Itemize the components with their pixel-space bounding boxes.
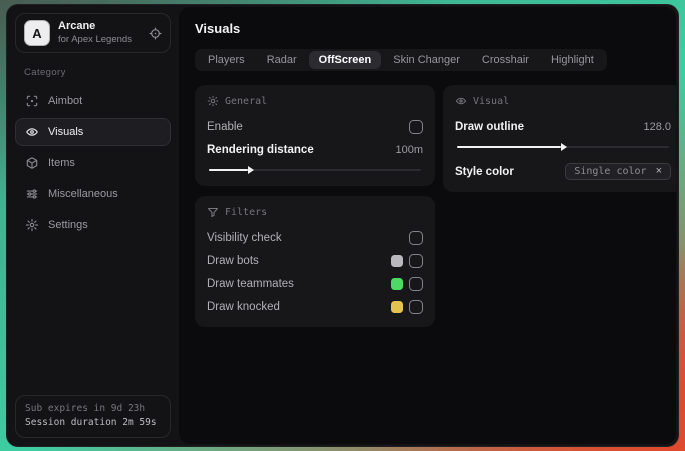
sun-icon (207, 95, 219, 107)
clear-icon[interactable]: × (656, 166, 662, 177)
rendering-distance-label: Rendering distance (207, 143, 314, 156)
tab-skin-changer[interactable]: Skin Changer (383, 51, 470, 69)
app-tagline: for Apex Legends (58, 33, 132, 45)
draw-bots-checkbox[interactable] (409, 253, 423, 268)
sidebar-item-items[interactable]: Items (15, 149, 171, 177)
general-panel-header: General (207, 95, 423, 107)
visibility-check-label: Visibility check (207, 231, 282, 244)
slider-fill[interactable] (209, 169, 249, 171)
tab-crosshair[interactable]: Crosshair (472, 51, 539, 69)
filters-panel-title: Filters (225, 206, 268, 218)
draw-teammates-controls (391, 276, 423, 291)
rendering-distance-slider[interactable] (207, 164, 423, 176)
draw-outline-row: Draw outline 128.0 (455, 116, 671, 137)
funnel-icon (207, 206, 219, 218)
right-column: Visual Draw outline 128.0 Style color Si… (443, 85, 676, 192)
draw-bots-color-swatch[interactable] (391, 254, 403, 267)
general-panel: General Enable Rendering distance 100m (195, 85, 435, 186)
sidebar-item-aimbot[interactable]: Aimbot (15, 87, 171, 115)
app-name: Arcane (58, 20, 96, 33)
draw-outline-slider[interactable] (455, 141, 671, 153)
draw-bots-label: Draw bots (207, 254, 259, 267)
tab-highlight[interactable]: Highlight (541, 51, 604, 69)
visual-panel-title: Visual (473, 95, 510, 107)
enable-checkbox[interactable] (409, 119, 423, 134)
tab-radar[interactable]: Radar (257, 51, 307, 69)
sidebar: A Arcane for Apex Legends Category Aimbo… (7, 5, 179, 446)
draw-bots-row: Draw bots (207, 250, 423, 271)
visibility-check-row: Visibility check (207, 227, 423, 248)
visibility-check-checkbox[interactable] (409, 230, 423, 245)
page-title: Visuals (195, 21, 241, 36)
draw-knocked-label: Draw knocked (207, 300, 280, 313)
tab-offscreen[interactable]: OffScreen (308, 51, 382, 69)
session-info-card: Sub expires in 9d 23h Session duration 2… (15, 394, 171, 438)
style-color-select[interactable]: Single color × (565, 163, 671, 180)
app-window: A Arcane for Apex Legends Category Aimbo… (6, 4, 679, 447)
filters-panel: Filters Visibility check Draw bots Draw … (195, 196, 435, 327)
sidebar-item-settings[interactable]: Settings (15, 211, 171, 239)
rendering-distance-value: 100m (395, 143, 423, 156)
sidebar-nav: Aimbot Visuals Items Miscellaneous Setti… (15, 87, 171, 239)
sidebar-item-label: Settings (48, 219, 88, 231)
tab-players[interactable]: Players (198, 51, 255, 69)
enable-label: Enable (207, 120, 243, 133)
draw-knocked-row: Draw knocked (207, 296, 423, 317)
category-label: Category (24, 67, 66, 78)
crosshair-icon (25, 94, 39, 108)
sidebar-item-visuals[interactable]: Visuals (15, 118, 171, 146)
sidebar-item-label: Miscellaneous (48, 188, 118, 200)
draw-teammates-row: Draw teammates (207, 273, 423, 294)
style-color-label: Style color (455, 165, 514, 178)
general-panel-title: General (225, 95, 268, 107)
draw-teammates-label: Draw teammates (207, 277, 294, 290)
visual-panel-header: Visual (455, 95, 671, 107)
rendering-distance-row: Rendering distance 100m (207, 139, 423, 160)
sub-expiry-text: Sub expires in 9d 23h (25, 402, 146, 414)
style-color-row: Style color Single color × (455, 161, 671, 182)
draw-teammates-color-swatch[interactable] (391, 277, 403, 290)
eye-scan-icon (25, 125, 39, 139)
panel-grid: General Enable Rendering distance 100m F… (195, 85, 676, 327)
draw-outline-label: Draw outline (455, 120, 525, 133)
draw-teammates-checkbox[interactable] (409, 276, 423, 291)
draw-outline-value: 128.0 (643, 120, 671, 133)
gear-icon (25, 218, 39, 232)
app-logo: A (24, 20, 50, 46)
brand-text: Arcane for Apex Legends (58, 20, 132, 46)
target-icon[interactable] (149, 26, 162, 40)
draw-knocked-color-swatch[interactable] (391, 300, 403, 313)
draw-bots-controls (391, 253, 423, 268)
left-column: General Enable Rendering distance 100m F… (195, 85, 435, 327)
tab-bar: Players Radar OffScreen Skin Changer Cro… (195, 49, 607, 71)
draw-knocked-checkbox[interactable] (409, 299, 423, 314)
enable-row: Enable (207, 116, 423, 137)
session-duration-text: Session duration 2m 59s (25, 417, 157, 429)
eye-icon (455, 95, 467, 107)
draw-knocked-controls (391, 299, 423, 314)
sliders-icon (25, 187, 39, 201)
cube-icon (25, 156, 39, 170)
sidebar-item-label: Items (48, 157, 75, 169)
slider-fill[interactable] (457, 146, 561, 148)
sidebar-item-miscellaneous[interactable]: Miscellaneous (15, 180, 171, 208)
sidebar-item-label: Visuals (48, 126, 84, 138)
desktop-wallpaper: A Arcane for Apex Legends Category Aimbo… (0, 0, 685, 451)
filters-panel-header: Filters (207, 206, 423, 218)
app-brand-card: A Arcane for Apex Legends (15, 13, 171, 53)
visual-panel: Visual Draw outline 128.0 Style color Si… (443, 85, 676, 192)
sidebar-item-label: Aimbot (48, 95, 83, 107)
style-color-selected-value: Single color (574, 166, 647, 177)
main-content: Visuals Players Radar OffScreen Skin Cha… (179, 7, 676, 444)
